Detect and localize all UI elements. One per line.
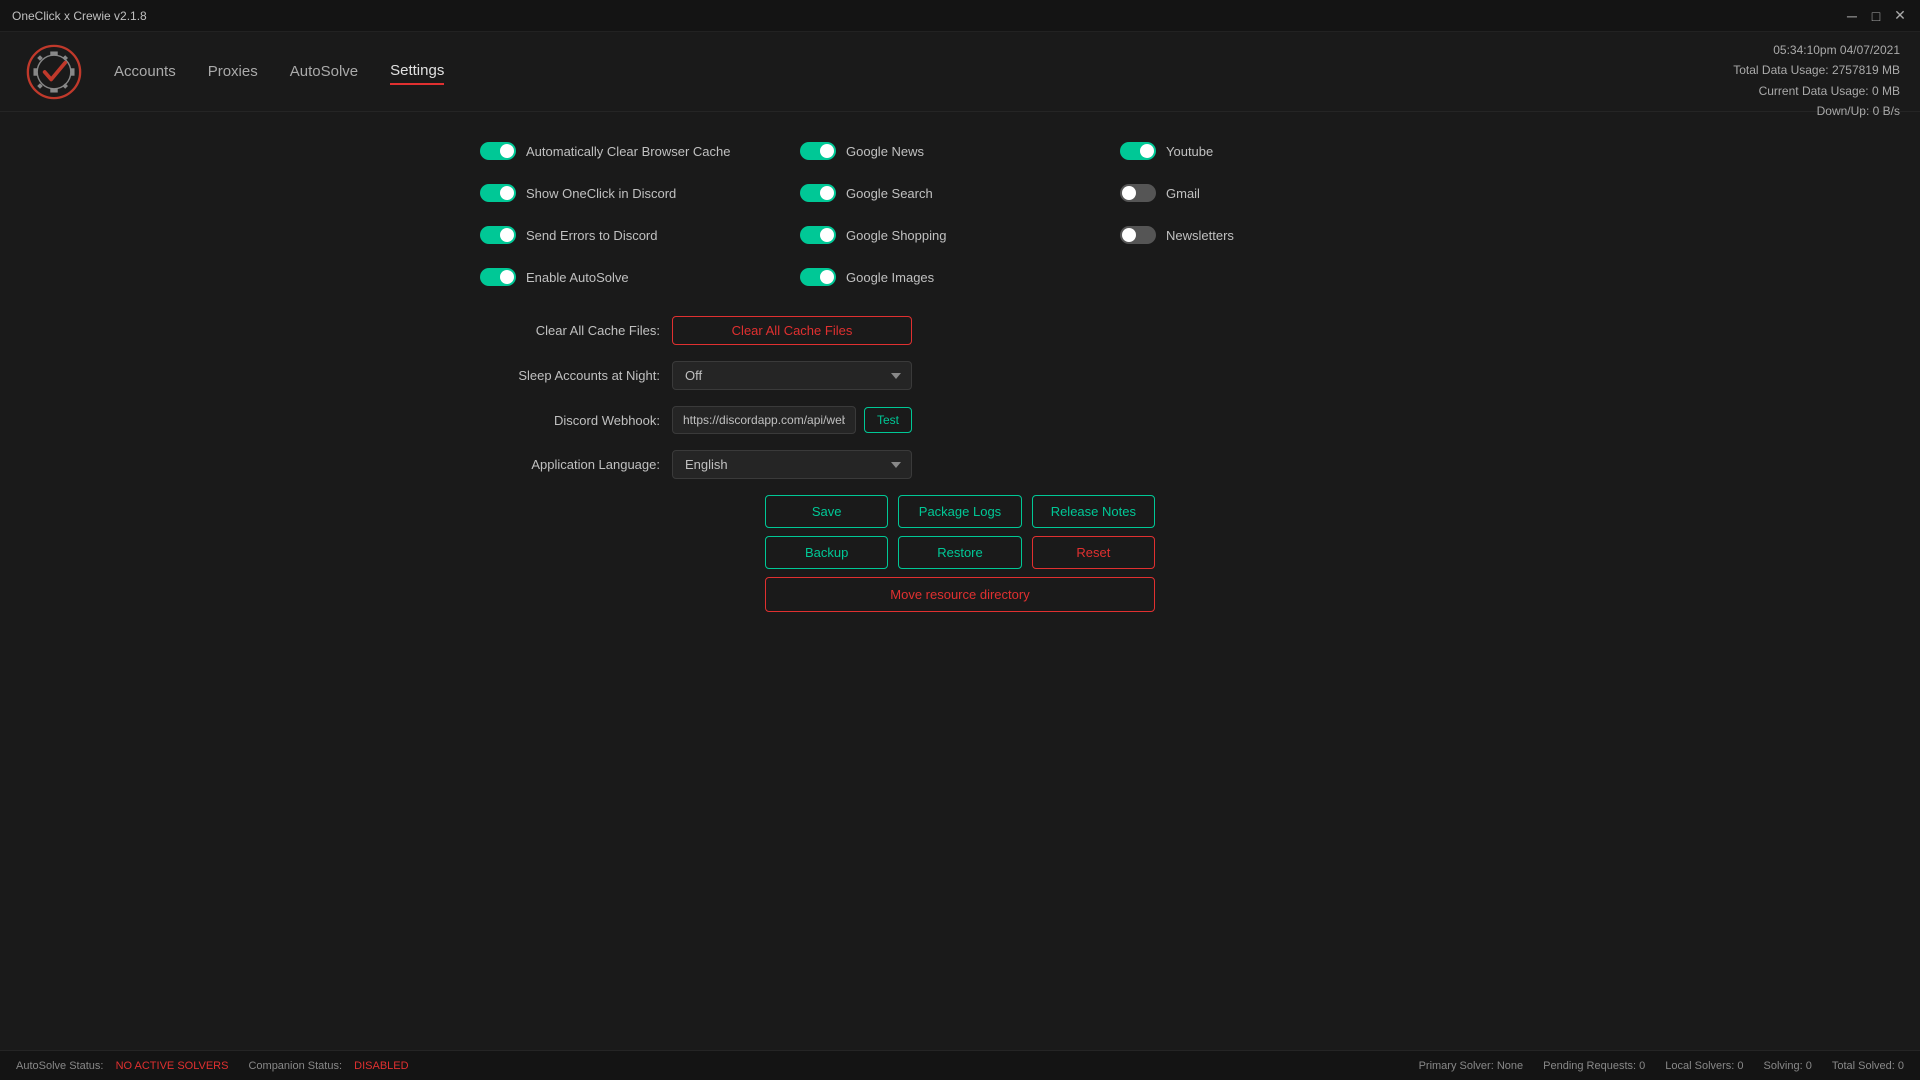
toggle-show-oneclick-discord: Show OneClick in Discord bbox=[480, 174, 800, 212]
toggle-google-search: Google Search bbox=[800, 174, 1120, 212]
nav-autosolve[interactable]: AutoSolve bbox=[290, 59, 358, 84]
toggle-google-news-label: Google News bbox=[846, 144, 924, 159]
toggle-google-images: Google Images bbox=[800, 258, 1120, 296]
main-nav: Accounts Proxies AutoSolve Settings bbox=[114, 58, 444, 85]
toggle-send-errors-discord: Send Errors to Discord bbox=[480, 216, 800, 254]
status-bar: AutoSolve Status: NO ACTIVE SOLVERS Comp… bbox=[0, 1050, 1920, 1080]
clear-cache-control: Clear All Cache Files bbox=[672, 316, 1440, 345]
autosolve-status-value: NO ACTIVE SOLVERS bbox=[116, 1060, 229, 1072]
statusbar-left: AutoSolve Status: NO ACTIVE SOLVERS Comp… bbox=[16, 1060, 409, 1072]
discord-webhook-input[interactable] bbox=[672, 406, 856, 434]
toggle-gmail-switch[interactable] bbox=[1120, 184, 1156, 202]
app-language-select[interactable]: English Spanish French bbox=[672, 450, 912, 479]
reset-button[interactable]: Reset bbox=[1032, 536, 1155, 569]
webhook-input-wrap: Test bbox=[672, 406, 912, 434]
sleep-accounts-label: Sleep Accounts at Night: bbox=[480, 368, 660, 383]
maximize-button[interactable]: □ bbox=[1868, 8, 1884, 24]
release-notes-button[interactable]: Release Notes bbox=[1032, 495, 1155, 528]
toggle-enable-autosolve: Enable AutoSolve bbox=[480, 258, 800, 296]
toggle-send-errors-discord-label: Send Errors to Discord bbox=[526, 228, 658, 243]
app-language-label: Application Language: bbox=[480, 457, 660, 472]
toggle-newsletters-switch[interactable] bbox=[1120, 226, 1156, 244]
autosolve-status-group: AutoSolve Status: NO ACTIVE SOLVERS bbox=[16, 1060, 228, 1072]
toggle-youtube: Youtube bbox=[1120, 132, 1440, 170]
nav-settings[interactable]: Settings bbox=[390, 58, 444, 85]
pending-requests: Pending Requests: 0 bbox=[1543, 1060, 1645, 1072]
status-time: 05:34:10pm 04/07/2021 bbox=[1733, 40, 1900, 60]
clear-cache-label: Clear All Cache Files: bbox=[480, 323, 660, 338]
discord-webhook-row: Discord Webhook: Test bbox=[480, 406, 1440, 434]
toggle-google-search-label: Google Search bbox=[846, 186, 933, 201]
app-language-row: Application Language: English Spanish Fr… bbox=[480, 450, 1440, 479]
companion-status-label: Companion Status: bbox=[248, 1060, 342, 1072]
status-down-up: Down/Up: 0 B/s bbox=[1733, 101, 1900, 121]
toggle-google-shopping: Google Shopping bbox=[800, 216, 1120, 254]
app-title: OneClick x Crewie v2.1.8 bbox=[12, 9, 147, 23]
toggle-gmail-label: Gmail bbox=[1166, 186, 1200, 201]
toggle-newsletters: Newsletters bbox=[1120, 216, 1440, 254]
move-resource-dir-button[interactable]: Move resource directory bbox=[765, 577, 1155, 612]
sleep-accounts-row: Sleep Accounts at Night: Off 10pm 11pm 1… bbox=[480, 361, 1440, 390]
toggle-google-search-switch[interactable] bbox=[800, 184, 836, 202]
backup-button[interactable]: Backup bbox=[765, 536, 888, 569]
toggle-gmail: Gmail bbox=[1120, 174, 1440, 212]
app-language-control: English Spanish French bbox=[672, 450, 1440, 479]
action-buttons-row1: Save Package Logs Release Notes bbox=[765, 495, 1155, 528]
header: Accounts Proxies AutoSolve Settings bbox=[0, 32, 1920, 112]
test-webhook-button[interactable]: Test bbox=[864, 407, 912, 433]
toggle-google-images-label: Google Images bbox=[846, 270, 934, 285]
toggle-youtube-label: Youtube bbox=[1166, 144, 1213, 159]
total-solved: Total Solved: 0 bbox=[1832, 1060, 1904, 1072]
toggle-enable-autosolve-label: Enable AutoSolve bbox=[526, 270, 629, 285]
save-button[interactable]: Save bbox=[765, 495, 888, 528]
status-total-data: Total Data Usage: 2757819 MB bbox=[1733, 60, 1900, 80]
discord-webhook-control: Test bbox=[672, 406, 1440, 434]
form-section: Clear All Cache Files: Clear All Cache F… bbox=[480, 316, 1440, 479]
settings-container: Automatically Clear Browser Cache Show O… bbox=[480, 112, 1440, 612]
nav-proxies[interactable]: Proxies bbox=[208, 59, 258, 84]
companion-status-value: DISABLED bbox=[354, 1060, 408, 1072]
toggles-area: Automatically Clear Browser Cache Show O… bbox=[480, 132, 1440, 296]
clear-cache-row: Clear All Cache Files: Clear All Cache F… bbox=[480, 316, 1440, 345]
nav-accounts[interactable]: Accounts bbox=[114, 59, 176, 84]
discord-webhook-label: Discord Webhook: bbox=[480, 413, 660, 428]
toggle-google-shopping-switch[interactable] bbox=[800, 226, 836, 244]
toggle-send-errors-discord-switch[interactable] bbox=[480, 226, 516, 244]
status-current-data: Current Data Usage: 0 MB bbox=[1733, 81, 1900, 101]
statusbar-right: Primary Solver: None Pending Requests: 0… bbox=[1419, 1060, 1904, 1072]
toggle-show-oneclick-discord-label: Show OneClick in Discord bbox=[526, 186, 676, 201]
local-solvers: Local Solvers: 0 bbox=[1665, 1060, 1743, 1072]
restore-button[interactable]: Restore bbox=[898, 536, 1021, 569]
package-logs-button[interactable]: Package Logs bbox=[898, 495, 1021, 528]
toggle-show-oneclick-discord-switch[interactable] bbox=[480, 184, 516, 202]
close-button[interactable]: ✕ bbox=[1892, 8, 1908, 24]
status-info-panel: 05:34:10pm 04/07/2021 Total Data Usage: … bbox=[1733, 32, 1900, 130]
clear-cache-button[interactable]: Clear All Cache Files bbox=[672, 316, 912, 345]
toggle-newsletters-label: Newsletters bbox=[1166, 228, 1234, 243]
logo bbox=[24, 42, 84, 102]
companion-status-group: Companion Status: DISABLED bbox=[248, 1060, 408, 1072]
toggle-col-3: Youtube Gmail Newsletters bbox=[1120, 132, 1440, 296]
window-controls: ─ □ ✕ bbox=[1844, 8, 1908, 24]
minimize-button[interactable]: ─ bbox=[1844, 8, 1860, 24]
toggle-enable-autosolve-switch[interactable] bbox=[480, 268, 516, 286]
primary-solver: Primary Solver: None bbox=[1419, 1060, 1524, 1072]
solving: Solving: 0 bbox=[1764, 1060, 1812, 1072]
toggle-auto-clear-cache-label: Automatically Clear Browser Cache bbox=[526, 144, 730, 159]
toggle-youtube-switch[interactable] bbox=[1120, 142, 1156, 160]
toggle-auto-clear-cache: Automatically Clear Browser Cache bbox=[480, 132, 800, 170]
autosolve-status-label: AutoSolve Status: bbox=[16, 1060, 103, 1072]
titlebar: OneClick x Crewie v2.1.8 ─ □ ✕ bbox=[0, 0, 1920, 32]
toggle-google-images-switch[interactable] bbox=[800, 268, 836, 286]
sleep-accounts-select[interactable]: Off 10pm 11pm 12am bbox=[672, 361, 912, 390]
toggle-google-shopping-label: Google Shopping bbox=[846, 228, 946, 243]
main-content: Automatically Clear Browser Cache Show O… bbox=[0, 112, 1920, 612]
toggle-google-news: Google News bbox=[800, 132, 1120, 170]
toggle-col-2: Google News Google Search Google Shoppin… bbox=[800, 132, 1120, 296]
toggle-auto-clear-cache-switch[interactable] bbox=[480, 142, 516, 160]
toggle-google-news-switch[interactable] bbox=[800, 142, 836, 160]
sleep-accounts-control: Off 10pm 11pm 12am bbox=[672, 361, 1440, 390]
action-buttons-row2: Backup Restore Reset bbox=[765, 536, 1155, 569]
toggle-col-1: Automatically Clear Browser Cache Show O… bbox=[480, 132, 800, 296]
